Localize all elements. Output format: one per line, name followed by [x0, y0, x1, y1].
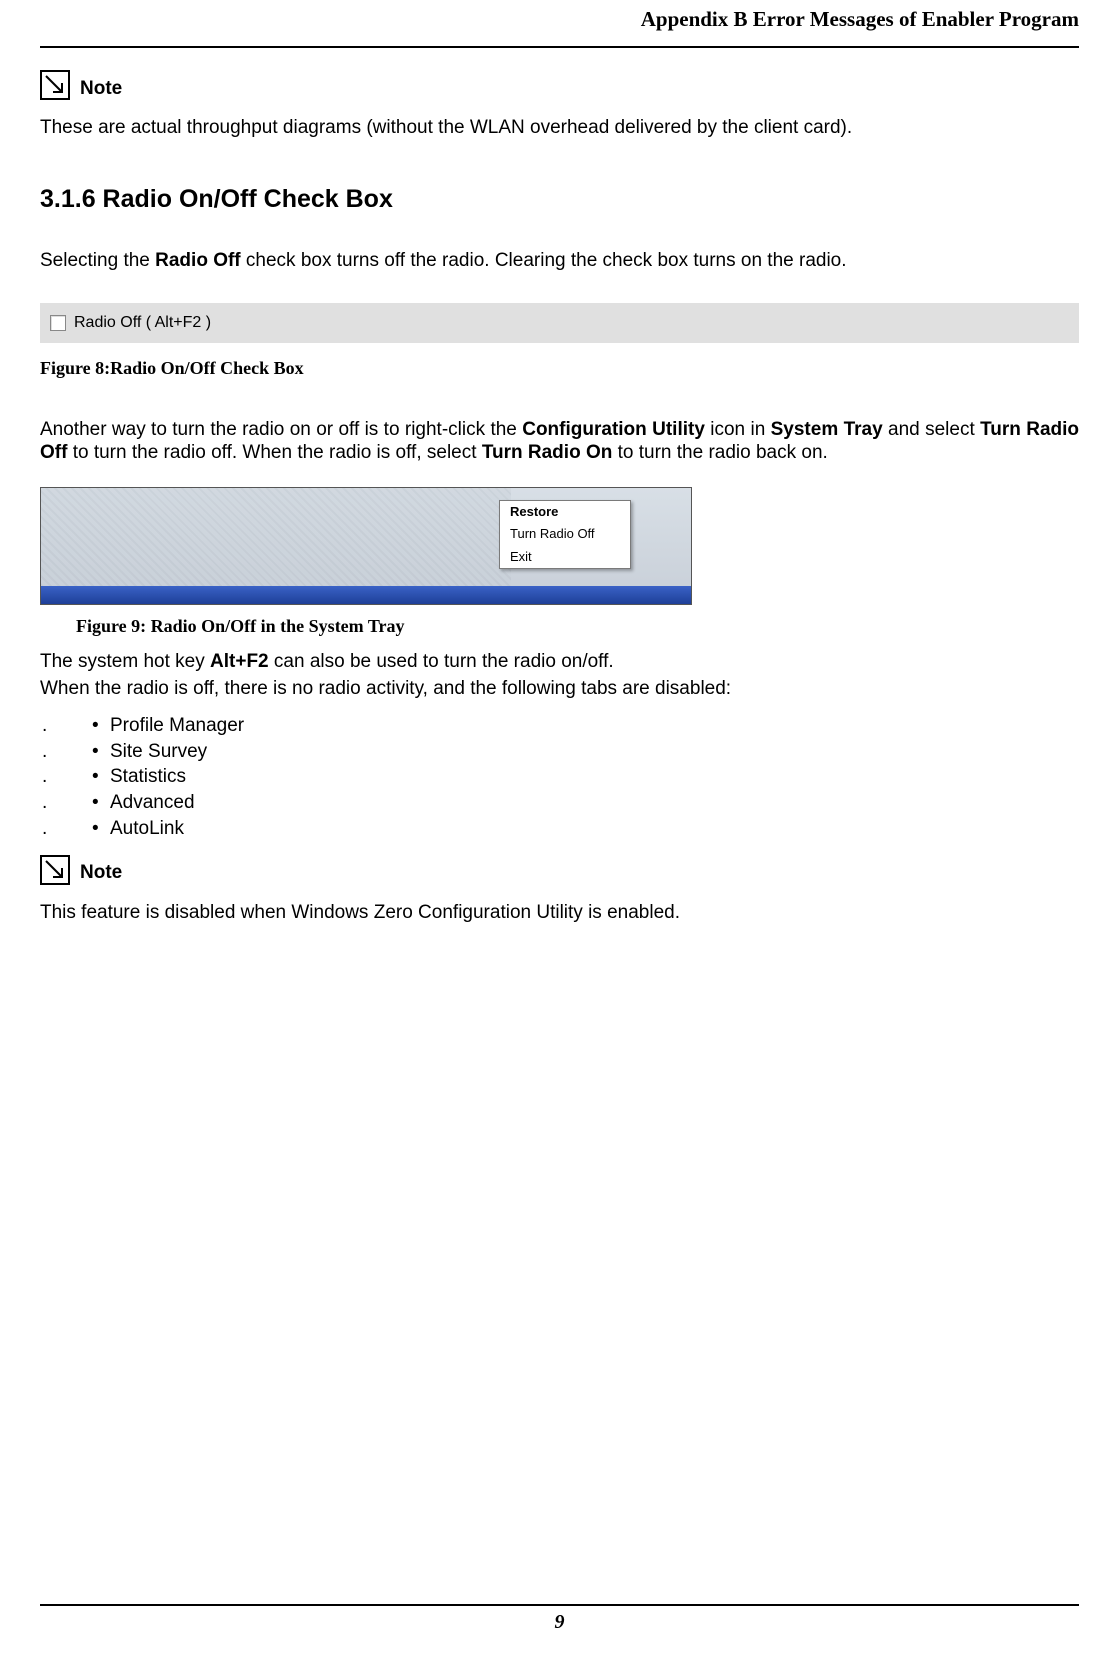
figure-9-caption: Figure 9: Radio On/Off in the System Tra…: [76, 615, 1079, 638]
list-item: . • Advanced: [40, 790, 1079, 816]
bold-radio-off: Radio Off: [155, 250, 241, 271]
list-marker: .: [40, 816, 92, 842]
text: to turn the radio off. When the radio is…: [67, 442, 481, 463]
list-marker: .: [40, 790, 92, 816]
context-menu: Restore Turn Radio Off Exit: [499, 500, 631, 569]
checkbox-icon[interactable]: [50, 315, 66, 331]
note-label: Note: [80, 861, 122, 885]
bullet-icon: •: [92, 816, 110, 842]
list-item-label: Advanced: [110, 790, 195, 816]
figure-8-caption: Figure 8:Radio On/Off Check Box: [40, 357, 1079, 380]
header-rule: [40, 46, 1079, 48]
appendix-title: Appendix B Error Messages of Enabler Pro…: [40, 0, 1079, 36]
menu-item-turn-radio-off[interactable]: Turn Radio Off: [500, 523, 630, 545]
hotkey-line: The system hot key Alt+F2 can also be us…: [40, 650, 1079, 674]
bold-altf2: Alt+F2: [210, 651, 269, 672]
note-block: Note: [40, 70, 1079, 100]
footer-rule: [40, 1604, 1079, 1608]
taskbar: [41, 586, 691, 604]
note-text: This feature is disabled when Windows Ze…: [40, 901, 1079, 925]
text: Another way to turn the radio on or off …: [40, 419, 522, 440]
checkbox-label: Radio Off ( Alt+F2 ): [74, 313, 211, 333]
text: can also be used to turn the radio on/of…: [269, 651, 614, 672]
list-marker: .: [40, 713, 92, 739]
list-marker: .: [40, 739, 92, 765]
list-item-label: Site Survey: [110, 739, 207, 765]
note-text: These are actual throughput diagrams (wi…: [40, 116, 1079, 140]
disabled-intro: When the radio is off, there is no radio…: [40, 677, 1079, 701]
list-item: . • Profile Manager: [40, 713, 1079, 739]
section-intro: Selecting the Radio Off check box turns …: [40, 249, 1079, 273]
list-item-label: Statistics: [110, 764, 186, 790]
note-arrow-icon: [40, 855, 70, 885]
menu-item-restore[interactable]: Restore: [500, 501, 630, 523]
list-item: . • Site Survey: [40, 739, 1079, 765]
disabled-tabs-list: . • Profile Manager . • Site Survey . • …: [40, 713, 1079, 841]
menu-item-exit[interactable]: Exit: [500, 546, 630, 568]
list-item: . • Statistics: [40, 764, 1079, 790]
bold-system-tray: System Tray: [771, 419, 883, 440]
section-heading-316: 3.1.6 Radio On/Off Check Box: [40, 184, 1079, 215]
systray-paragraph: Another way to turn the radio on or off …: [40, 418, 1079, 466]
bullet-icon: •: [92, 713, 110, 739]
list-item: . • AutoLink: [40, 816, 1079, 842]
figure-9-image: Restore Turn Radio Off Exit: [40, 487, 692, 605]
text: to turn the radio back on.: [612, 442, 827, 463]
bullet-icon: •: [92, 790, 110, 816]
page-footer: 9: [40, 1604, 1079, 1659]
text: check box turns off the radio. Clearing …: [241, 250, 847, 271]
note-label: Note: [80, 77, 122, 101]
page-number: 9: [40, 1610, 1079, 1635]
bold-config-utility: Configuration Utility: [522, 419, 705, 440]
bullet-icon: •: [92, 764, 110, 790]
note-arrow-icon: [40, 70, 70, 100]
note-block: Note: [40, 855, 1079, 885]
desktop-area: [41, 488, 511, 586]
list-item-label: Profile Manager: [110, 713, 244, 739]
radio-off-checkbox-widget: Radio Off ( Alt+F2 ): [40, 303, 1079, 343]
bullet-icon: •: [92, 739, 110, 765]
text: The system hot key: [40, 651, 210, 672]
list-item-label: AutoLink: [110, 816, 184, 842]
page-header: Appendix B Error Messages of Enabler Pro…: [40, 0, 1079, 48]
list-marker: .: [40, 764, 92, 790]
text: and select: [883, 419, 980, 440]
bold-turn-radio-on: Turn Radio On: [482, 442, 613, 463]
text: icon in: [705, 419, 771, 440]
text: Selecting the: [40, 250, 155, 271]
